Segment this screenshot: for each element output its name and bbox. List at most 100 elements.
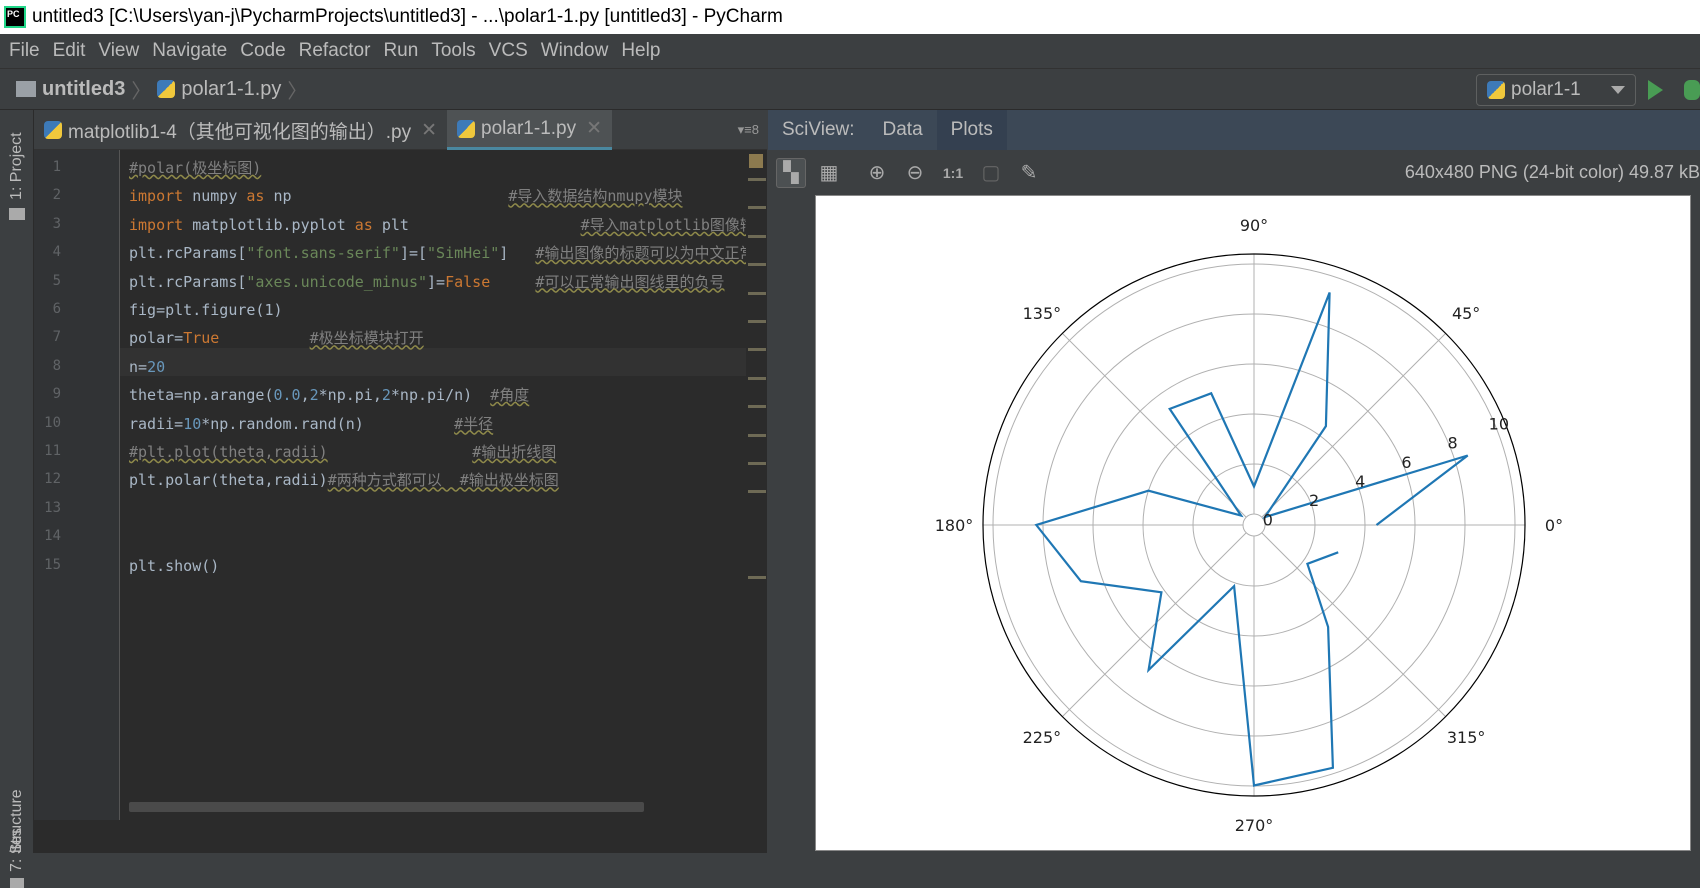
code-line[interactable]: theta=np.arange(0.0,2*np.pi,2*np.pi/n) #… <box>129 381 529 409</box>
tab-polar1-1[interactable]: polar1-1.py ✕ <box>447 110 612 150</box>
breadcrumb-project[interactable]: untitled3 <box>42 78 125 101</box>
structure-icon <box>10 878 24 888</box>
menu-tools[interactable]: Tools <box>431 40 475 62</box>
chevron-down-icon <box>1611 86 1625 94</box>
code-token: #两种方式都可以 #输出极坐标图 <box>328 471 559 489</box>
stripe-mark[interactable] <box>748 206 766 209</box>
stripe-mark[interactable] <box>748 462 766 465</box>
debug-button[interactable] <box>1684 80 1700 100</box>
code-line[interactable]: plt.rcParams["axes.unicode_minus"]=False… <box>129 268 724 296</box>
stripe-mark[interactable] <box>748 320 766 323</box>
code-line[interactable]: plt.rcParams["font.sans-serif"]=["SimHei… <box>129 239 767 267</box>
grid-spoke <box>1062 533 1246 717</box>
polar-chart: 0°45°90°135°180°225°270°315°0246810 <box>816 196 1692 852</box>
code-token: 10 <box>183 415 201 433</box>
stripe-mark[interactable] <box>748 348 766 351</box>
breadcrumb-file[interactable]: polar1-1.py <box>181 78 281 101</box>
menu-file[interactable]: File <box>9 40 40 62</box>
stripe-mark[interactable] <box>748 405 766 408</box>
tab-data[interactable]: Data <box>869 110 937 150</box>
code-token: n= <box>129 358 147 376</box>
color-picker-icon[interactable]: ✎ <box>1014 158 1044 188</box>
grid-spoke <box>1262 533 1446 717</box>
menu-help[interactable]: Help <box>621 40 660 62</box>
tab-plots[interactable]: Plots <box>937 110 1007 150</box>
stripe-mark[interactable] <box>748 576 766 579</box>
code-token: 20 <box>147 358 165 376</box>
image-info: 640x480 PNG (24-bit color) 49.87 kB <box>1405 162 1700 183</box>
run-button[interactable] <box>1648 80 1663 100</box>
zoom-in-icon[interactable]: ⊕ <box>862 158 892 188</box>
chessboard-icon[interactable]: ▚ <box>776 158 806 188</box>
menu-run[interactable]: Run <box>383 40 418 62</box>
menu-vcs[interactable]: VCS <box>489 40 528 62</box>
code-line[interactable]: #plt.plot(theta,radii) #输出折线图 <box>129 438 556 466</box>
chevron-right-icon: 〉 <box>287 75 307 104</box>
actual-size-icon[interactable]: 1:1 <box>938 158 968 188</box>
code-token: #角度 <box>490 386 529 404</box>
code-token: matplotlib.pyplot <box>183 216 355 234</box>
grid-icon[interactable]: ▦ <box>814 158 844 188</box>
menu-edit[interactable]: Edit <box>53 40 86 62</box>
stripe-mark[interactable] <box>748 263 766 266</box>
code-token: plt.rcParams[ <box>129 244 246 262</box>
code-token: False <box>445 273 490 291</box>
menu-window[interactable]: Window <box>541 40 609 62</box>
error-stripe[interactable] <box>746 150 767 820</box>
horizontal-scrollbar[interactable] <box>129 802 644 812</box>
code-line[interactable]: import numpy as np #导入数据结构nmupy模块 <box>129 182 683 210</box>
code-token: plt.polar(theta,radii) <box>129 471 328 489</box>
code-line[interactable]: n=20 <box>129 353 165 381</box>
code-line[interactable]: plt.show() <box>129 552 219 580</box>
warning-indicator-icon[interactable] <box>749 154 763 168</box>
stripe-mark[interactable] <box>748 434 766 437</box>
fit-icon[interactable]: ▢ <box>976 158 1006 188</box>
code-token: 2 <box>310 386 319 404</box>
line-number: 8 <box>53 358 61 374</box>
project-tool-button[interactable]: 1: Project <box>8 132 26 200</box>
tab-label: matplotlib1-4（其他可视化图的输出）.py <box>68 117 411 144</box>
zoom-out-icon[interactable]: ⊖ <box>900 158 930 188</box>
code-line[interactable]: polar=True #极坐标模块打开 <box>129 324 424 352</box>
code-line[interactable]: plt.polar(theta,radii)#两种方式都可以 #输出极坐标图 <box>129 466 559 494</box>
line-number: 3 <box>53 216 61 232</box>
stripe-mark[interactable] <box>748 490 766 493</box>
code-token: import <box>129 216 183 234</box>
code-line[interactable]: #polar(极坐标图) <box>129 154 261 182</box>
favorites-tool-button[interactable]: ites <box>8 828 26 853</box>
code-editor[interactable]: 123456789101112131415 #polar(极坐标图)import… <box>34 150 767 853</box>
sciview-header: SciView: Data Plots <box>768 110 1700 150</box>
menu-navigate[interactable]: Navigate <box>152 40 227 62</box>
line-gutter: 123456789101112131415 <box>34 150 120 820</box>
code-token: *np.pi, <box>319 386 382 404</box>
python-icon <box>1487 81 1505 99</box>
plot-image: 0°45°90°135°180°225°270°315°0246810 <box>815 195 1691 851</box>
close-icon[interactable]: ✕ <box>421 119 437 142</box>
code-token: #极坐标模块打开 <box>310 329 424 347</box>
code-token: ]= <box>427 273 445 291</box>
run-config-dropdown[interactable]: polar1-1 <box>1476 74 1636 106</box>
code-token: plt.show() <box>129 557 219 575</box>
stripe-mark[interactable] <box>748 235 766 238</box>
code-line[interactable]: fig=plt.figure(1) <box>129 296 283 324</box>
code-token: #输出折线图 <box>472 443 556 461</box>
code-token: #半径 <box>454 415 493 433</box>
r-tick-label: 0 <box>1263 510 1273 529</box>
editor-tabs: matplotlib1-4（其他可视化图的输出）.py ✕ polar1-1.p… <box>34 110 767 150</box>
menu-refactor[interactable]: Refactor <box>299 40 371 62</box>
code-token: ] <box>499 244 535 262</box>
code-line[interactable]: import matplotlib.pyplot as plt #导入matpl… <box>129 211 767 239</box>
code-line[interactable]: radii=10*np.random.rand(n) #半径 <box>129 410 493 438</box>
stripe-mark[interactable] <box>748 178 766 181</box>
tab-matplotlib1-4[interactable]: matplotlib1-4（其他可视化图的输出）.py ✕ <box>34 110 447 150</box>
line-number: 2 <box>53 187 61 203</box>
stripe-mark[interactable] <box>748 292 766 295</box>
menu-code[interactable]: Code <box>240 40 285 62</box>
line-number: 15 <box>44 557 61 573</box>
tab-overflow-button[interactable]: ▾≡8 <box>738 110 767 149</box>
close-icon[interactable]: ✕ <box>586 117 602 140</box>
chevron-right-icon: 〉 <box>131 75 151 104</box>
stripe-mark[interactable] <box>748 377 766 380</box>
menu-view[interactable]: View <box>98 40 139 62</box>
code-token: np <box>264 187 508 205</box>
